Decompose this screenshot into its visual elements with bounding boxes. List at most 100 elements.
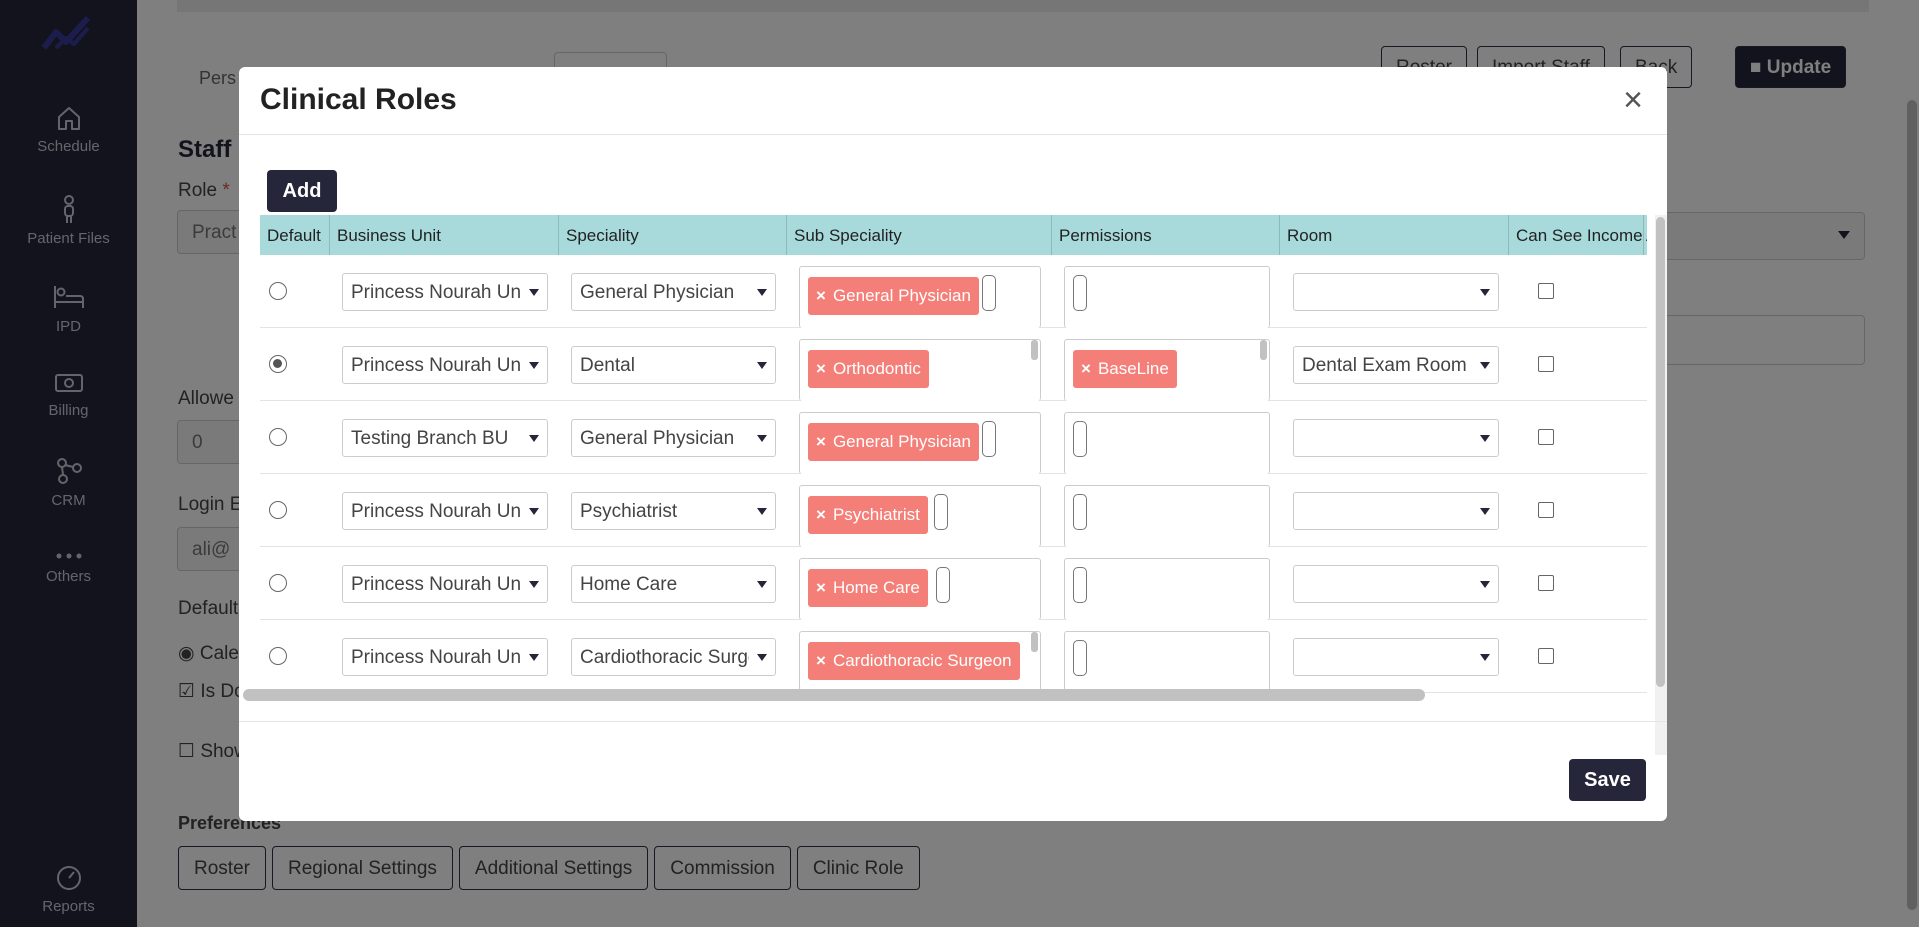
can-see-income-checkbox[interactable] <box>1538 575 1554 591</box>
can-see-income-cell <box>1522 547 1647 620</box>
sub-speciality-search-input[interactable] <box>934 494 948 530</box>
permissions-multiselect[interactable] <box>1064 412 1270 474</box>
clinical-roles-modal: Clinical Roles × Add Default Business Un… <box>239 67 1667 821</box>
business-unit-select[interactable]: Princess Nourah Unit <box>342 346 548 384</box>
business-unit-select[interactable]: Princess Nourah Unit <box>342 492 548 530</box>
grid-header: Default Business Unit Speciality Sub Spe… <box>260 215 1647 255</box>
add-button[interactable]: Add <box>267 170 337 212</box>
room-select[interactable] <box>1293 273 1499 311</box>
room-select[interactable] <box>1293 565 1499 603</box>
speciality-select[interactable]: Cardiothoracic Surgeon <box>571 638 776 676</box>
speciality-select[interactable]: General Physician <box>571 419 776 457</box>
remove-chip-icon[interactable]: × <box>816 432 826 451</box>
permissions-search-input[interactable] <box>1073 421 1087 457</box>
remove-chip-icon[interactable]: × <box>816 359 826 378</box>
room-select[interactable] <box>1293 419 1499 457</box>
sub-speciality-multiselect[interactable]: × Orthodontic <box>799 339 1041 401</box>
chevron-down-icon <box>1480 289 1490 296</box>
permissions-multiselect[interactable] <box>1064 266 1270 328</box>
permissions-search-input[interactable] <box>1073 494 1087 530</box>
default-radio[interactable] <box>269 355 287 373</box>
chevron-down-icon <box>757 289 767 296</box>
clinical-roles-grid: Default Business Unit Speciality Sub Spe… <box>260 215 1647 755</box>
sub-speciality-multiselect[interactable]: × Cardiothoracic Surgeon <box>799 631 1041 693</box>
default-cell <box>260 547 330 620</box>
permissions-multiselect[interactable] <box>1064 485 1270 547</box>
default-radio[interactable] <box>269 282 287 300</box>
can-see-income-checkbox[interactable] <box>1538 429 1554 445</box>
permissions-multiselect[interactable]: × BaseLine <box>1064 339 1270 401</box>
chevron-down-icon <box>529 435 539 442</box>
col-sub-speciality[interactable]: Sub Speciality <box>787 215 1052 255</box>
col-permissions[interactable]: Permissions <box>1052 215 1280 255</box>
business-unit-select[interactable]: Princess Nourah Unit <box>342 565 548 603</box>
business-unit-select[interactable]: Princess Nourah Unit <box>342 638 548 676</box>
sub-speciality-chip: × Cardiothoracic Surgeon <box>808 642 1020 680</box>
col-extra[interactable]: A <box>1644 215 1647 255</box>
modal-title: Clinical Roles <box>260 83 457 116</box>
default-cell <box>260 401 330 474</box>
speciality-select[interactable]: Home Care <box>571 565 776 603</box>
chevron-down-icon <box>1480 654 1490 661</box>
default-cell <box>260 328 330 401</box>
business-unit-select[interactable]: Testing Branch BU <box>342 419 548 457</box>
modal-footer-divider <box>239 721 1667 722</box>
business-unit-select[interactable]: Princess Nourah Unit <box>342 273 548 311</box>
permissions-search-input[interactable] <box>1073 567 1087 603</box>
permissions-scrollbar[interactable] <box>1260 340 1267 360</box>
sub-speciality-multiselect[interactable]: × General Physician <box>799 266 1041 328</box>
close-icon[interactable]: × <box>1623 83 1643 117</box>
sub-speciality-scrollbar[interactable] <box>1031 340 1038 360</box>
save-button[interactable]: Save <box>1569 759 1646 801</box>
grid-vertical-scrollbar[interactable] <box>1656 217 1665 687</box>
col-speciality[interactable]: Speciality <box>559 215 787 255</box>
remove-chip-icon[interactable]: × <box>816 578 826 597</box>
sub-speciality-chip: × General Physician <box>808 277 979 315</box>
can-see-income-cell <box>1522 474 1647 547</box>
chevron-down-icon <box>1480 435 1490 442</box>
grid-horizontal-scrollbar[interactable] <box>243 689 1425 701</box>
remove-chip-icon[interactable]: × <box>1081 359 1091 378</box>
chevron-down-icon <box>529 581 539 588</box>
sub-speciality-chip: × Orthodontic <box>808 350 929 388</box>
room-select[interactable]: Dental Exam Room <box>1293 346 1499 384</box>
can-see-income-checkbox[interactable] <box>1538 283 1554 299</box>
sub-speciality-multiselect[interactable]: × General Physician <box>799 412 1041 474</box>
business-unit-value: Testing Branch BU <box>351 428 509 449</box>
permissions-multiselect[interactable] <box>1064 631 1270 693</box>
speciality-select[interactable]: Dental <box>571 346 776 384</box>
speciality-select[interactable]: Psychiatrist <box>571 492 776 530</box>
col-default[interactable]: Default <box>260 215 330 255</box>
remove-chip-icon[interactable]: × <box>816 651 826 670</box>
speciality-select[interactable]: General Physician <box>571 273 776 311</box>
permissions-search-input[interactable] <box>1073 275 1087 311</box>
remove-chip-icon[interactable]: × <box>816 286 826 305</box>
col-business-unit[interactable]: Business Unit <box>330 215 559 255</box>
can-see-income-checkbox[interactable] <box>1538 648 1554 664</box>
table-row: Princess Nourah Unit Dental × Orthodontic × B… <box>260 328 1647 401</box>
business-unit-value: Princess Nourah Unit <box>351 282 521 303</box>
sub-speciality-search-input[interactable] <box>982 421 996 457</box>
remove-chip-icon[interactable]: × <box>816 505 826 524</box>
sub-speciality-scrollbar[interactable] <box>1031 632 1038 652</box>
permissions-multiselect[interactable] <box>1064 558 1270 620</box>
room-select[interactable] <box>1293 638 1499 676</box>
sub-speciality-multiselect[interactable]: × Psychiatrist <box>799 485 1041 547</box>
col-can-see-income[interactable]: Can See Income <box>1509 215 1644 255</box>
sub-speciality-multiselect[interactable]: × Home Care <box>799 558 1041 620</box>
default-radio[interactable] <box>269 428 287 446</box>
default-radio[interactable] <box>269 501 287 519</box>
sub-speciality-chip: × Psychiatrist <box>808 496 928 534</box>
room-select[interactable] <box>1293 492 1499 530</box>
default-radio[interactable] <box>269 574 287 592</box>
can-see-income-checkbox[interactable] <box>1538 356 1554 372</box>
sub-speciality-search-input[interactable] <box>982 275 996 311</box>
chevron-down-icon <box>757 435 767 442</box>
default-radio[interactable] <box>269 647 287 665</box>
permissions-search-input[interactable] <box>1073 640 1087 676</box>
can-see-income-checkbox[interactable] <box>1538 502 1554 518</box>
chevron-down-icon <box>757 654 767 661</box>
col-room[interactable]: Room <box>1280 215 1509 255</box>
chevron-down-icon <box>1480 581 1490 588</box>
sub-speciality-search-input[interactable] <box>936 567 950 603</box>
